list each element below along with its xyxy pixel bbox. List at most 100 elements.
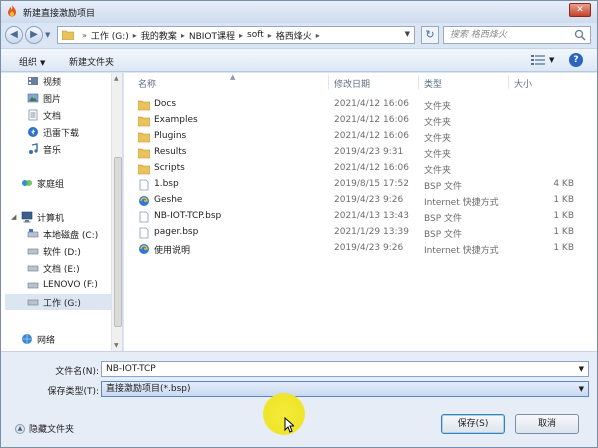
file-date: 2019/4/23 9:26 xyxy=(334,195,404,205)
nav-item-thunder-download[interactable]: 迅雷下载 xyxy=(27,124,79,140)
filetype-select[interactable]: 直接激励项目(*.bsp) ▼ xyxy=(101,381,589,397)
chevron-down-icon[interactable]: ▼ xyxy=(579,382,584,396)
refresh-icon: ↻ xyxy=(425,28,435,41)
file-icon xyxy=(139,211,149,223)
file-icon xyxy=(139,179,149,191)
file-name: Results xyxy=(154,147,187,157)
chevron-down-icon[interactable]: ▼ xyxy=(579,362,584,376)
search-input[interactable]: 搜索 格西烽火 xyxy=(443,26,591,44)
folder-icon xyxy=(138,164,150,175)
homegroup-icon xyxy=(22,180,32,186)
scrollbar-thumb[interactable] xyxy=(114,157,122,327)
nav-label: 家庭组 xyxy=(37,179,65,190)
nav-label: 迅雷下载 xyxy=(43,128,80,139)
file-row[interactable]: Examples 2021/4/12 16:06 文件夹 xyxy=(138,113,586,129)
file-name: Plugins xyxy=(154,131,187,141)
file-row[interactable]: Geshe 2019/4/23 9:26 Internet 快捷方式 1 KB xyxy=(138,193,586,209)
file-row[interactable]: pager.bsp 2021/1/29 13:39 BSP 文件 1 KB xyxy=(138,225,586,241)
file-row[interactable]: Plugins 2021/4/12 16:06 文件夹 xyxy=(138,129,586,145)
title-bar: 新建直接激励项目 ✕ xyxy=(1,1,597,23)
column-header-date[interactable]: 修改日期 xyxy=(334,77,370,90)
column-header-size[interactable]: 大小 xyxy=(514,77,532,90)
file-row[interactable]: NB-IOT-TCP.bsp 2021/4/13 13:43 BSP 文件 1 … xyxy=(138,209,586,225)
breadcrumb-item[interactable]: soft xyxy=(247,30,264,40)
column-divider[interactable] xyxy=(328,75,329,89)
sort-ascending-icon: ▲ xyxy=(230,73,236,81)
scroll-up-icon[interactable]: ▲ xyxy=(114,75,119,82)
column-divider[interactable] xyxy=(418,75,419,89)
nav-item-computer[interactable]: 计算机 xyxy=(21,209,64,225)
file-type: BSP 文件 xyxy=(424,214,463,224)
nav-item-pictures[interactable]: 图片 xyxy=(27,90,61,106)
file-size: 1 KB xyxy=(553,227,574,237)
breadcrumb-item[interactable]: 我的教案 xyxy=(141,29,177,42)
file-row[interactable]: Scripts 2021/4/12 16:06 文件夹 xyxy=(138,161,586,177)
file-type: Internet 快捷方式 xyxy=(424,198,499,208)
nav-item-drive-g[interactable]: 工作 (G:) xyxy=(5,294,111,310)
column-header-name[interactable]: 名称 xyxy=(138,77,156,90)
nav-label: 文档 (E:) xyxy=(43,264,80,275)
file-row[interactable]: Docs 2021/4/12 16:06 文件夹 xyxy=(138,97,586,113)
file-row[interactable]: Results 2019/4/23 9:31 文件夹 xyxy=(138,145,586,161)
arrow-right-icon: ▶ xyxy=(30,29,38,40)
breadcrumb-separator[interactable]: ▸ xyxy=(316,31,320,40)
nav-item-drive-e[interactable]: 文档 (E:) xyxy=(27,260,80,276)
cancel-button[interactable]: 取消 xyxy=(515,414,579,434)
breadcrumb-separator[interactable]: ▸ xyxy=(239,31,243,40)
scroll-down-icon[interactable]: ▼ xyxy=(114,342,119,349)
folder-icon xyxy=(138,100,150,111)
nav-label: 文档 xyxy=(43,111,62,122)
nav-item-drive-c[interactable]: 本地磁盘 (C:) xyxy=(27,226,98,242)
expand-arrow-icon[interactable]: ◢ xyxy=(11,213,16,221)
file-row[interactable]: 使用说明 2019/4/23 9:26 Internet 快捷方式 1 KB xyxy=(138,241,586,257)
nav-label: 软件 (D:) xyxy=(43,247,81,258)
pictures-library-icon xyxy=(27,93,39,103)
navigation-pane: 视频 图片 文档 迅雷下载 音乐 家庭组 ◢ 计算机 本地磁盘 (C:) 软件 … xyxy=(1,73,123,351)
address-dropdown[interactable]: ▼ xyxy=(405,30,410,38)
window-title: 新建直接激励项目 xyxy=(23,9,96,19)
file-name: pager.bsp xyxy=(154,227,199,237)
refresh-button[interactable]: ↻ xyxy=(421,26,439,44)
save-button[interactable]: 保存(S) xyxy=(441,414,505,434)
file-row[interactable]: 1.bsp 2019/8/15 17:52 BSP 文件 4 KB xyxy=(138,177,586,193)
nav-item-drive-d[interactable]: 软件 (D:) xyxy=(27,243,81,259)
forward-button[interactable]: ▶ xyxy=(25,26,43,44)
close-button[interactable]: ✕ xyxy=(569,3,591,17)
nav-item-documents[interactable]: 文档 xyxy=(27,107,61,123)
breadcrumb-separator[interactable]: ▸ xyxy=(133,31,137,40)
file-date: 2019/4/23 9:31 xyxy=(334,147,404,157)
column-header-type[interactable]: 类型 xyxy=(424,77,442,90)
file-icon xyxy=(139,227,149,239)
video-library-icon xyxy=(28,77,38,85)
nav-item-videos[interactable]: 视频 xyxy=(27,73,61,89)
new-folder-button[interactable]: 新建文件夹 xyxy=(69,55,114,68)
nav-item-network[interactable]: 网络 xyxy=(21,331,55,347)
organize-menu[interactable]: 组织 ▼ xyxy=(19,55,45,68)
nav-item-music[interactable]: 音乐 xyxy=(27,141,61,157)
hide-folders-toggle[interactable]: ▲ 隐藏文件夹 xyxy=(15,422,74,435)
save-dialog: 新建直接激励项目 ✕ ◀ ▶ ▼ » 工作 (G:) ▸ 我的教案 ▸ NBIO… xyxy=(0,0,598,448)
breadcrumb-item[interactable]: NBIOT课程 xyxy=(189,29,235,42)
breadcrumb-item[interactable]: 格西烽火 xyxy=(276,29,312,42)
breadcrumb-item[interactable]: 工作 (G:) xyxy=(91,29,129,42)
nav-label: 视频 xyxy=(43,77,62,88)
address-bar[interactable]: » 工作 (G:) ▸ 我的教案 ▸ NBIOT课程 ▸ soft ▸ 格西烽火… xyxy=(57,26,415,44)
file-type: BSP 文件 xyxy=(424,182,463,192)
nav-label: 音乐 xyxy=(43,145,62,156)
view-options-icon[interactable] xyxy=(531,54,545,66)
file-type: 文件夹 xyxy=(424,150,452,160)
recent-locations-dropdown[interactable]: ▼ xyxy=(45,31,50,39)
breadcrumb-separator[interactable]: ▸ xyxy=(181,31,185,40)
view-dropdown[interactable]: ▼ xyxy=(549,56,554,64)
hide-folders-label: 隐藏文件夹 xyxy=(29,425,75,435)
folder-icon xyxy=(62,30,74,40)
filename-field[interactable]: NB-IOT-TCP ▼ xyxy=(101,361,589,377)
nav-item-homegroup[interactable]: 家庭组 xyxy=(21,175,64,191)
internet-shortcut-icon xyxy=(139,244,149,254)
column-divider[interactable] xyxy=(508,75,509,89)
nav-scrollbar[interactable]: ▲ ▼ xyxy=(111,73,122,351)
breadcrumb-separator[interactable]: ▸ xyxy=(268,31,272,40)
nav-item-drive-f[interactable]: LENOVO (F:) xyxy=(27,277,98,293)
help-icon[interactable]: ? xyxy=(569,53,583,67)
back-button[interactable]: ◀ xyxy=(5,26,23,44)
